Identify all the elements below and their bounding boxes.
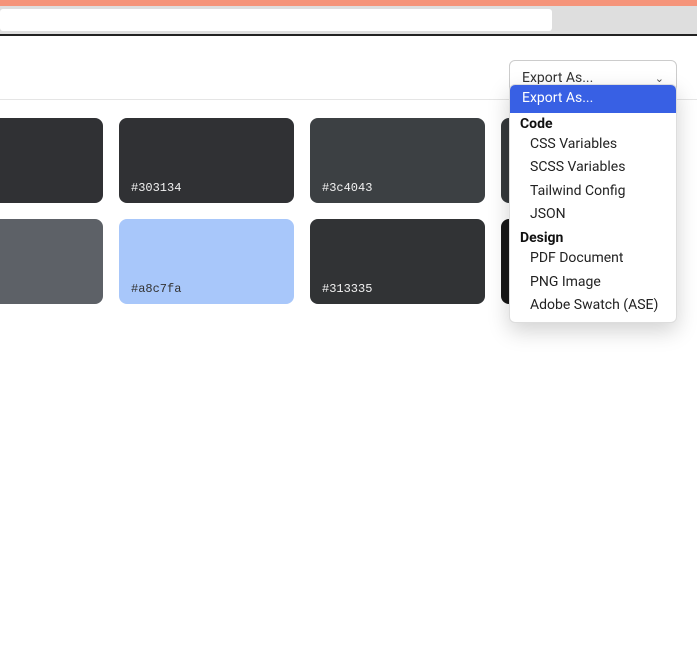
dropdown-option-tailwind-config[interactable]: Tailwind Config xyxy=(510,180,676,204)
swatch-label: #a8c7fa xyxy=(131,282,181,296)
swatch-label: #3c4043 xyxy=(322,181,372,195)
dropdown-group-header-design: Design xyxy=(510,227,676,247)
swatch[interactable]: #313335 xyxy=(310,219,485,304)
swatch[interactable]: #3c4043 xyxy=(310,118,485,203)
dropdown-option-pdf-document[interactable]: PDF Document xyxy=(510,247,676,271)
dropdown-option-json[interactable]: JSON xyxy=(510,203,676,227)
swatch[interactable]: #303134 xyxy=(119,118,294,203)
dropdown-option-css-variables[interactable]: CSS Variables xyxy=(510,133,676,157)
swatch[interactable]: #a8c7fa xyxy=(119,219,294,304)
chevron-down-icon: ⌄ xyxy=(655,72,664,85)
browser-toolbar xyxy=(0,6,697,34)
swatch[interactable]: #303134 xyxy=(0,118,103,203)
swatch-label: #303134 xyxy=(131,181,181,195)
swatch[interactable] xyxy=(0,219,103,304)
dropdown-group-header-code: Code xyxy=(510,113,676,133)
dropdown-option-scss-variables[interactable]: SCSS Variables xyxy=(510,156,676,180)
dropdown-option-png-image[interactable]: PNG Image xyxy=(510,271,676,295)
address-bar[interactable] xyxy=(0,9,552,31)
export-dropdown: Export As... Code CSS Variables SCSS Var… xyxy=(509,84,677,323)
dropdown-option-placeholder[interactable]: Export As... xyxy=(510,85,676,113)
swatch-label: #313335 xyxy=(322,282,372,296)
dropdown-option-adobe-swatch[interactable]: Adobe Swatch (ASE) xyxy=(510,294,676,318)
